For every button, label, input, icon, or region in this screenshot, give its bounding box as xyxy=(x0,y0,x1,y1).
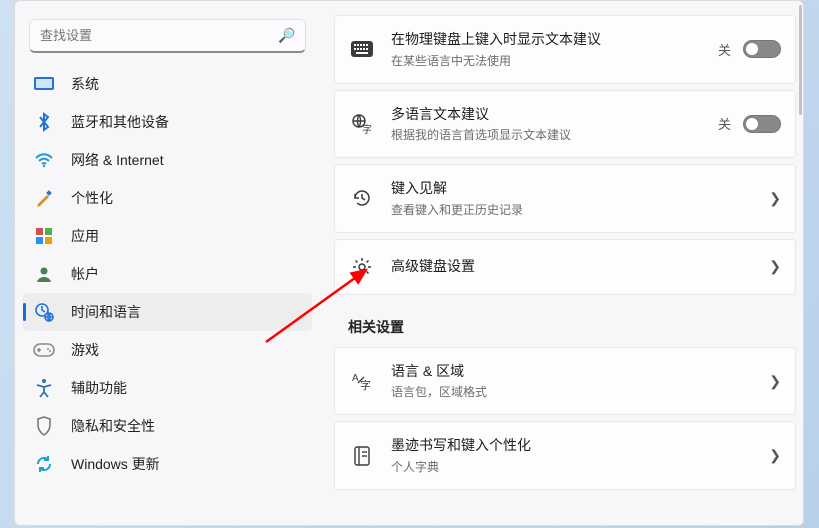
main-pane: 在物理键盘上键入时显示文本建议 在某些语言中无法使用 关 字 多语言文本建议 根… xyxy=(320,1,803,525)
nav-label: 隐私和安全性 xyxy=(71,416,304,436)
nav-brush[interactable]: 个性化 xyxy=(23,179,312,217)
card-inking-personalization[interactable]: 墨迹书写和键入个性化 个人字典 ❯ xyxy=(334,421,796,490)
system-icon xyxy=(33,73,55,95)
card-advanced-keyboard[interactable]: 高级键盘设置 ❯ xyxy=(334,239,796,295)
settings-window: 🔍 系统蓝牙和其他设备网络 & Internet 个性化应用帐户时间和语言游戏辅助… xyxy=(14,0,804,526)
nav-label: 网络 & Internet xyxy=(71,150,304,170)
card-title: 语言 & 区域 xyxy=(391,362,769,382)
toggle-switch[interactable] xyxy=(743,40,781,58)
nav-wifi[interactable]: 网络 & Internet xyxy=(23,141,312,179)
toggle-switch[interactable] xyxy=(743,115,781,133)
globe-char-icon: 字 xyxy=(349,111,375,137)
chevron-right-icon: ❯ xyxy=(769,190,781,207)
card-title: 墨迹书写和键入个性化 xyxy=(391,436,769,456)
card-language-region[interactable]: A字 语言 & 区域 语言包，区域格式 ❯ xyxy=(334,347,796,416)
chevron-right-icon: ❯ xyxy=(769,258,781,275)
nav-update[interactable]: Windows 更新 xyxy=(23,445,312,483)
nav-label: 蓝牙和其他设备 xyxy=(71,112,304,132)
nav-gamepad[interactable]: 游戏 xyxy=(23,331,312,369)
brush-icon xyxy=(33,187,55,209)
gear-icon xyxy=(349,254,375,280)
bluetooth-icon xyxy=(33,111,55,133)
nav-label: Windows 更新 xyxy=(71,454,304,474)
search-box[interactable]: 🔍 xyxy=(29,19,306,53)
card-subtitle: 个人字典 xyxy=(391,458,769,475)
search-input[interactable] xyxy=(40,28,278,43)
update-icon xyxy=(33,453,55,475)
nav-bluetooth[interactable]: 蓝牙和其他设备 xyxy=(23,103,312,141)
svg-text:字: 字 xyxy=(362,123,372,135)
shield-icon xyxy=(33,415,55,437)
nav-label: 游戏 xyxy=(71,340,304,360)
nav-label: 帐户 xyxy=(71,264,304,284)
nav-label: 个性化 xyxy=(71,188,304,208)
nav-clock-globe[interactable]: 时间和语言 xyxy=(23,293,312,331)
nav-apps[interactable]: 应用 xyxy=(23,217,312,255)
accessibility-icon xyxy=(33,377,55,399)
card-subtitle: 查看键入和更正历史记录 xyxy=(391,201,769,218)
section-related: 相关设置 xyxy=(348,317,796,337)
chevron-right-icon: ❯ xyxy=(769,447,781,464)
nav-label: 时间和语言 xyxy=(71,302,304,322)
card-title: 键入见解 xyxy=(391,179,769,199)
card-title: 多语言文本建议 xyxy=(391,105,718,125)
scrollbar[interactable] xyxy=(799,5,802,115)
dictionary-icon xyxy=(349,443,375,469)
card-title: 高级键盘设置 xyxy=(391,257,769,277)
card-text-suggestions-physical[interactable]: 在物理键盘上键入时显示文本建议 在某些语言中无法使用 关 xyxy=(334,15,796,84)
language-icon: A字 xyxy=(349,368,375,394)
nav-label: 系统 xyxy=(71,74,304,94)
toggle-state: 关 xyxy=(718,40,731,59)
apps-icon xyxy=(33,225,55,247)
wifi-icon xyxy=(33,149,55,171)
sidebar: 🔍 系统蓝牙和其他设备网络 & Internet 个性化应用帐户时间和语言游戏辅助… xyxy=(15,1,320,525)
nav-system[interactable]: 系统 xyxy=(23,65,312,103)
nav-label: 应用 xyxy=(71,226,304,246)
nav-shield[interactable]: 隐私和安全性 xyxy=(23,407,312,445)
history-icon xyxy=(349,185,375,211)
card-subtitle: 根据我的语言首选项显示文本建议 xyxy=(391,126,718,143)
card-typing-insights[interactable]: 键入见解 查看键入和更正历史记录 ❯ xyxy=(334,164,796,233)
nav-label: 辅助功能 xyxy=(71,378,304,398)
gamepad-icon xyxy=(33,339,55,361)
search-icon: 🔍 xyxy=(278,27,295,44)
card-multilingual-suggestions[interactable]: 字 多语言文本建议 根据我的语言首选项显示文本建议 关 xyxy=(334,90,796,159)
keyboard-icon xyxy=(349,36,375,62)
nav-list: 系统蓝牙和其他设备网络 & Internet 个性化应用帐户时间和语言游戏辅助功能… xyxy=(23,65,312,483)
nav-person[interactable]: 帐户 xyxy=(23,255,312,293)
clock-globe-icon xyxy=(33,301,55,323)
card-title: 在物理键盘上键入时显示文本建议 xyxy=(391,30,718,50)
person-icon xyxy=(33,263,55,285)
nav-accessibility[interactable]: 辅助功能 xyxy=(23,369,312,407)
toggle-state: 关 xyxy=(718,114,731,133)
card-subtitle: 语言包，区域格式 xyxy=(391,383,769,400)
chevron-right-icon: ❯ xyxy=(769,373,781,390)
card-subtitle: 在某些语言中无法使用 xyxy=(391,52,718,69)
